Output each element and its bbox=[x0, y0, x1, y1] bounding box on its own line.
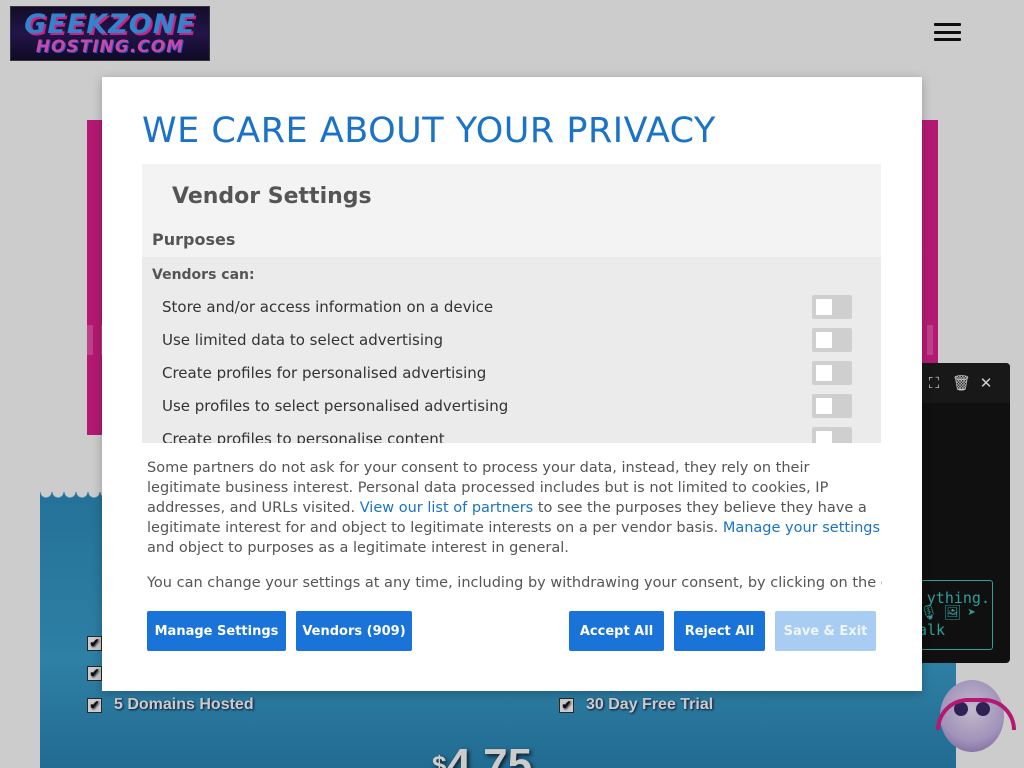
purpose-label: Create profiles for personalised adverti… bbox=[162, 364, 487, 382]
vendors-button[interactable]: Vendors (909) bbox=[296, 611, 412, 651]
accept-all-button[interactable]: Accept All bbox=[569, 611, 664, 651]
view-partners-link[interactable]: View our list of partners bbox=[360, 500, 534, 516]
purpose-toggle[interactable] bbox=[812, 295, 852, 319]
dialog-title: WE CARE ABOUT YOUR PRIVACY bbox=[142, 111, 716, 151]
toggle-knob bbox=[816, 299, 832, 315]
purpose-label: Store and/or access information on a dev… bbox=[162, 298, 494, 316]
manage-settings-button[interactable]: Manage Settings bbox=[147, 611, 286, 651]
purpose-row: Use profiles to select personalised adve… bbox=[162, 393, 852, 419]
reject-all-button[interactable]: Reject All bbox=[674, 611, 765, 651]
privacy-consent-dialog: WE CARE ABOUT YOUR PRIVACY Vendor Settin… bbox=[102, 77, 922, 691]
purposes-title: Purposes bbox=[152, 230, 236, 249]
purpose-row: Create profiles for personalised adverti… bbox=[162, 360, 852, 386]
toggle-knob bbox=[816, 398, 832, 414]
legitimate-interest-info: Some partners do not ask for your consen… bbox=[147, 458, 882, 558]
save-and-exit-button[interactable]: Save & Exit bbox=[775, 611, 876, 651]
purpose-toggle[interactable] bbox=[812, 394, 852, 418]
manage-settings-link[interactable]: Manage your settings bbox=[723, 520, 880, 536]
purpose-label: Use limited data to select advertising bbox=[162, 331, 444, 349]
toggle-knob bbox=[816, 332, 832, 348]
purpose-label: Use profiles to select personalised adve… bbox=[162, 397, 509, 415]
purposes-list: Vendors can: Store and/or access informa… bbox=[142, 257, 881, 443]
purpose-row: Create profiles to personalise content bbox=[162, 426, 852, 443]
purpose-toggle[interactable] bbox=[812, 328, 852, 352]
change-settings-info: You can change your settings at any time… bbox=[147, 575, 882, 591]
toggle-knob bbox=[816, 365, 832, 381]
info-text-part: and object to purposes as a legitimate i… bbox=[147, 540, 569, 556]
purpose-row: Store and/or access information on a dev… bbox=[162, 294, 852, 320]
vendor-settings-title: Vendor Settings bbox=[172, 184, 372, 209]
toggle-knob bbox=[816, 431, 832, 443]
purpose-label: Create profiles to personalise content bbox=[162, 430, 445, 443]
vendors-can-label: Vendors can: bbox=[152, 267, 255, 283]
vendor-settings-panel: Vendor Settings Purposes Vendors can: St… bbox=[142, 164, 881, 443]
purpose-toggle[interactable] bbox=[812, 361, 852, 385]
purpose-row: Use limited data to select advertising bbox=[162, 327, 852, 353]
purpose-toggle[interactable] bbox=[812, 427, 852, 443]
